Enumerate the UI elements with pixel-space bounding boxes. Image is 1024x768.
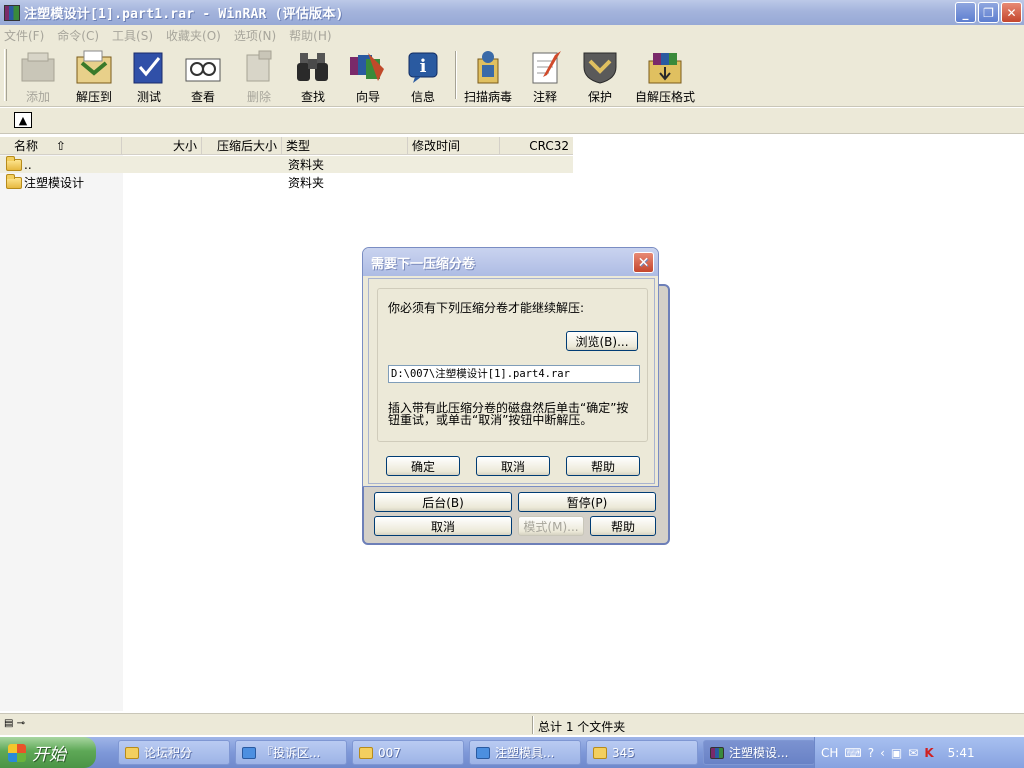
toolbar: 添加 解压到 测试 查看 删除 查找 向导 i 信息 扫描病毒 注释 保护 自解… — [0, 45, 1024, 107]
ie-icon — [242, 746, 256, 759]
scan-virus-icon — [468, 49, 508, 85]
comment-button[interactable]: 注释 — [525, 49, 565, 105]
keyboard-icon[interactable]: ⌨ — [844, 746, 861, 760]
progress-help-button[interactable]: 帮助 — [590, 516, 656, 536]
menu-options[interactable]: 选项(N) — [234, 27, 276, 44]
menu-bar: 文件(F) 命令(C) 工具(S) 收藏夹(O) 选项(N) 帮助(H) — [0, 25, 1024, 45]
winrar-icon — [710, 746, 724, 759]
up-arrow-icon: ▲ — [18, 113, 28, 127]
clock: 5:41 — [947, 745, 975, 760]
shield-icon — [580, 49, 620, 85]
antivirus-icon[interactable]: K — [924, 746, 933, 760]
system-tray: CH ⌨ ? ‹ ▣ ✉ K 5:41 — [814, 737, 1024, 768]
delete-button[interactable]: 删除 — [239, 49, 279, 105]
test-icon — [129, 49, 169, 85]
sort-arrow-icon: ⇧ — [55, 139, 66, 153]
next-volume-dialog: 需要下一压缩分卷 ✕ 你必须有下列压缩分卷才能继续解压: 浏览(B)... D:… — [362, 247, 659, 487]
comment-icon — [525, 49, 565, 85]
add-icon — [18, 49, 58, 85]
col-packed[interactable]: 压缩后大小 — [202, 137, 282, 155]
add-button[interactable]: 添加 — [18, 49, 58, 105]
dialog-instruction-2: 钮重试，或单击“取消”按钮中断解压。 — [388, 413, 593, 427]
menu-file[interactable]: 文件(F) — [4, 27, 44, 44]
extract-button[interactable]: 解压到 — [74, 49, 114, 105]
taskbar: 开始 论坛积分 『投诉区... 007 注塑模具... 345 注塑模设... … — [0, 737, 1024, 768]
taskbar-item[interactable]: 『投诉区... — [235, 740, 347, 765]
up-folder-button[interactable]: ▲ — [14, 112, 32, 128]
taskbar-item[interactable]: 注塑模具... — [469, 740, 581, 765]
start-button[interactable]: 开始 — [0, 737, 96, 768]
wizard-button[interactable]: 向导 — [348, 49, 388, 105]
delete-icon — [239, 49, 279, 85]
folder-icon — [593, 746, 607, 759]
mail-icon[interactable]: ✉ — [908, 746, 918, 760]
protect-button[interactable]: 保护 — [580, 49, 620, 105]
list-header: 名称 ⇧ 大小 压缩后大小 类型 修改时间 CRC32 — [0, 137, 573, 155]
extract-icon — [74, 49, 114, 85]
folder-icon — [125, 746, 139, 759]
close-button[interactable]: ✕ — [1001, 2, 1022, 23]
taskbar-item[interactable]: 345 — [586, 740, 698, 765]
minimize-button[interactable]: _ — [955, 2, 976, 23]
col-crc[interactable]: CRC32 — [500, 137, 573, 155]
status-key-icon: ▤ ⊸ — [4, 718, 26, 729]
test-button[interactable]: 测试 — [129, 49, 169, 105]
folder-icon — [6, 173, 22, 189]
winrar-icon — [4, 4, 20, 21]
info-icon: i — [403, 49, 443, 85]
taskbar-item-active[interactable]: 注塑模设... — [703, 740, 815, 765]
cancel-button[interactable]: 取消 — [476, 456, 550, 476]
network-icon[interactable]: ▣ — [891, 746, 902, 760]
col-modified[interactable]: 修改时间 — [408, 137, 500, 155]
status-summary: 总计 1 个文件夹 — [538, 720, 626, 734]
view-icon — [183, 49, 223, 85]
binoculars-icon — [293, 49, 333, 85]
dialog-title: 需要下一压缩分卷 — [371, 256, 476, 272]
ie-icon — [476, 746, 490, 759]
volume-path-field[interactable]: D:\007\注塑模设计[1].part4.rar — [388, 365, 640, 383]
folder-icon — [359, 746, 373, 759]
status-bar: ▤ ⊸ 总计 1 个文件夹 — [0, 713, 1024, 735]
mode-button[interactable]: 模式(M)... — [518, 516, 584, 536]
info-button[interactable]: i 信息 — [403, 49, 443, 105]
list-item[interactable]: .. 资料夹 — [0, 155, 573, 173]
help-button[interactable]: 帮助 — [566, 456, 640, 476]
scan-virus-button[interactable]: 扫描病毒 — [464, 49, 512, 105]
language-indicator[interactable]: CH — [821, 746, 838, 760]
sfx-button[interactable]: 自解压格式 — [635, 49, 695, 105]
taskbar-item[interactable]: 论坛积分 — [118, 740, 230, 765]
col-size[interactable]: 大小 — [122, 137, 202, 155]
dialog-title-bar: 需要下一压缩分卷 ✕ — [363, 248, 658, 276]
chevron-left-icon[interactable]: ‹ — [880, 746, 885, 760]
menu-commands[interactable]: 命令(C) — [57, 27, 99, 44]
address-bar: ▲ — [0, 108, 1024, 134]
pause-button[interactable]: 暂停(P) — [518, 492, 656, 512]
menu-help[interactable]: 帮助(H) — [289, 27, 331, 44]
folder-icon — [6, 155, 22, 171]
menu-tools[interactable]: 工具(S) — [112, 27, 153, 44]
background-button[interactable]: 后台(B) — [374, 492, 512, 512]
wizard-icon — [348, 49, 388, 85]
ok-button[interactable]: 确定 — [386, 456, 460, 476]
menu-favorites[interactable]: 收藏夹(O) — [166, 27, 221, 44]
find-button[interactable]: 查找 — [293, 49, 333, 105]
dialog-group: 你必须有下列压缩分卷才能继续解压: 浏览(B)... D:\007\注塑模设计[… — [377, 288, 648, 442]
restore-button[interactable]: ❐ — [978, 2, 999, 23]
svg-text:i: i — [420, 56, 427, 77]
help-tray-icon[interactable]: ? — [868, 746, 874, 760]
col-name[interactable]: 名称 ⇧ — [0, 137, 122, 155]
sfx-icon — [645, 49, 685, 85]
taskbar-item[interactable]: 007 — [352, 740, 464, 765]
progress-cancel-button[interactable]: 取消 — [374, 516, 512, 536]
window-title: 注塑模设计[1].part1.rar - WinRAR (评估版本) — [24, 7, 344, 22]
col-type[interactable]: 类型 — [282, 137, 408, 155]
browse-button[interactable]: 浏览(B)... — [566, 331, 638, 351]
list-item[interactable]: 注塑模设计 资料夹 — [0, 173, 573, 191]
view-button[interactable]: 查看 — [183, 49, 223, 105]
dialog-close-button[interactable]: ✕ — [633, 252, 654, 273]
dialog-message: 你必须有下列压缩分卷才能继续解压: — [388, 301, 585, 315]
windows-logo-icon — [8, 743, 26, 762]
title-bar: 注塑模设计[1].part1.rar - WinRAR (评估版本) _ ❐ ✕ — [0, 0, 1024, 25]
